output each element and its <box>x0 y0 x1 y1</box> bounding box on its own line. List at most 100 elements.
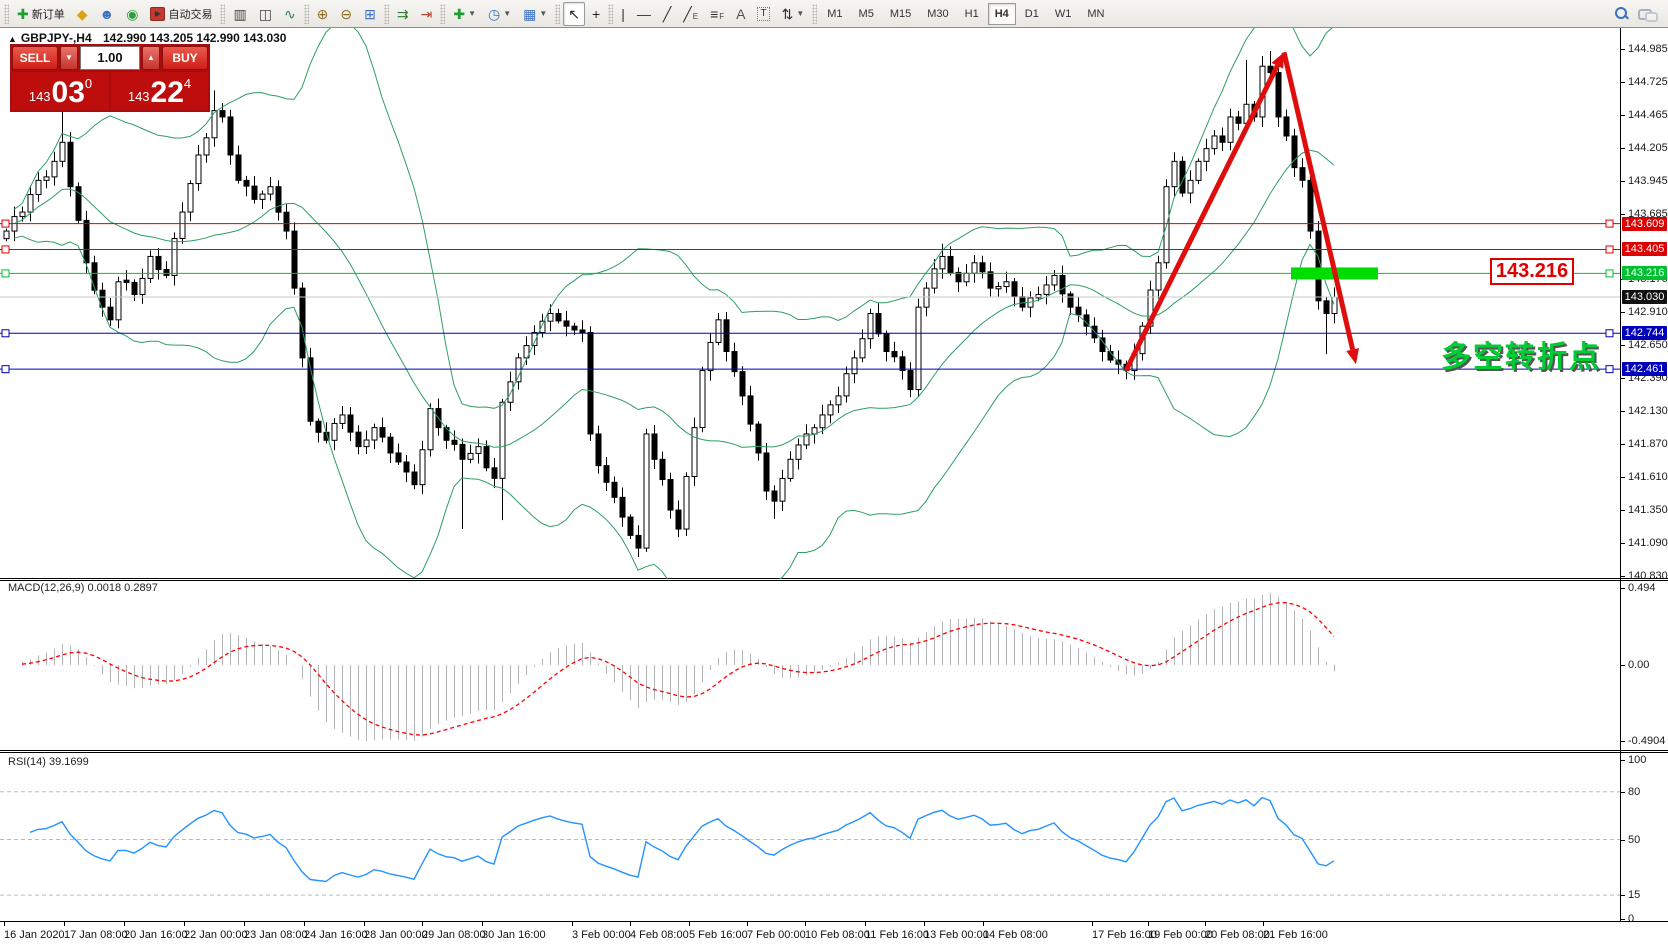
timeframe-m15[interactable]: M15 <box>883 3 918 25</box>
search-icon[interactable] <box>1614 6 1630 22</box>
price-callout-label[interactable]: 143.216 <box>1490 258 1574 285</box>
chart-type-group: ▥◫∿ <box>227 1 301 27</box>
gold-button[interactable]: ◆ <box>72 2 93 26</box>
template-icon: ▦ <box>523 7 536 21</box>
sell-button[interactable]: SELL <box>12 46 58 70</box>
chevron-down-icon[interactable]: ▼ <box>468 9 476 18</box>
volume-down-button[interactable]: ▼ <box>60 46 78 70</box>
time-tick-label: 16 Jan 2020 <box>4 929 65 941</box>
cursor-button[interactable]: ↖ <box>563 2 585 26</box>
signal-button[interactable]: ◉ <box>121 2 143 26</box>
autotrade-button[interactable]: ▶自动交易 <box>145 2 217 26</box>
timeframe-m1[interactable]: M1 <box>820 3 849 25</box>
price-tick-label: 140.830 <box>1628 570 1668 582</box>
price-tick-label: 141.870 <box>1628 438 1668 450</box>
bar-chart-button[interactable]: ▥ <box>228 2 251 26</box>
time-axis[interactable]: 16 Jan 202017 Jan 08:0020 Jan 16:0022 Ja… <box>0 922 1668 946</box>
community-button[interactable]: ☻ <box>95 2 120 26</box>
trendline-button[interactable]: ╱ <box>658 2 676 26</box>
channel-icon: ╱ <box>683 7 691 21</box>
line-chart-button[interactable]: ∿ <box>279 2 301 26</box>
mt4-window: { "toolbar": { "groups": [ {"name":"file… <box>0 0 1668 946</box>
indicator-tick-label: 15 <box>1628 889 1640 901</box>
price-tick-label: 144.465 <box>1628 109 1668 121</box>
chart-canvas[interactable] <box>0 28 1620 922</box>
price-badge-143.405: 143.405 <box>1622 242 1667 256</box>
volume-up-button[interactable]: ▲ <box>142 46 160 70</box>
time-tick-label: 19 Feb 00:00 <box>1148 929 1213 941</box>
candlestick-series <box>4 51 1337 557</box>
autotrade-button-label: 自动交易 <box>168 6 212 22</box>
new-order-button[interactable]: ✚新订单 <box>12 2 70 26</box>
horizontal-lines[interactable] <box>0 220 1620 373</box>
timeframe-w1[interactable]: W1 <box>1048 3 1079 25</box>
price-badge-142.744: 142.744 <box>1622 326 1667 340</box>
chevron-down-icon[interactable]: ▼ <box>503 9 511 18</box>
chevron-down-icon[interactable]: ▼ <box>539 9 547 18</box>
time-tick-label: 24 Jan 16:00 <box>304 929 368 941</box>
price-tick-label: 141.610 <box>1628 471 1668 483</box>
price-tick-label: 142.910 <box>1628 306 1668 318</box>
timeframe-m30[interactable]: M30 <box>920 3 955 25</box>
price-badge-143.609: 143.609 <box>1622 217 1667 231</box>
zoom-out-button[interactable]: ⊖ <box>335 2 357 26</box>
horizontal-line-button[interactable]: — <box>632 2 656 26</box>
time-tick-label: 23 Jan 08:00 <box>244 929 308 941</box>
buy-price-tile[interactable]: 143224 <box>111 72 208 110</box>
arrows-icon: ⇅ <box>782 7 794 21</box>
timeframe-h1[interactable]: H1 <box>958 3 986 25</box>
volume-input[interactable]: 1.00 <box>80 46 140 70</box>
auto-scroll-button[interactable]: ⇉ <box>392 2 414 26</box>
sell-price-tile[interactable]: 143030 <box>12 72 109 110</box>
chart-shift-icon: ⇥ <box>421 7 433 21</box>
tile-windows-button[interactable]: ⊞ <box>359 2 381 26</box>
chart-title: ▲GBPJPY-,H4 142.990 143.205 142.990 143.… <box>8 31 286 45</box>
clock-icon: ◷ <box>488 7 500 21</box>
price-axis[interactable]: 144.985144.725144.465144.205143.945143.6… <box>1621 28 1668 922</box>
time-tick-label: 4 Feb 08:00 <box>630 929 689 941</box>
timeframe-m5[interactable]: M5 <box>852 3 881 25</box>
macd-histogram <box>22 593 1335 742</box>
turning-point-annotation[interactable]: 多空转折点 <box>1441 332 1601 376</box>
indicator-tick-label: 0.00 <box>1628 659 1649 671</box>
text-label-button[interactable]: T <box>752 2 774 26</box>
price-badge-142.461: 142.461 <box>1622 362 1667 376</box>
price-tick-label: 142.130 <box>1628 405 1668 417</box>
macd-indicator-label: MACD(12,26,9) 0.0018 0.2897 <box>8 582 158 594</box>
time-tick-label: 29 Jan 08:00 <box>422 929 486 941</box>
chart-shift-button[interactable]: ⇥ <box>416 2 438 26</box>
price-tick-label: 141.090 <box>1628 537 1668 549</box>
signal-icon: ◉ <box>126 7 138 21</box>
zoom-in-button[interactable]: ⊕ <box>312 2 334 26</box>
chat-icon[interactable] <box>1638 7 1656 21</box>
timeframe-h4[interactable]: H4 <box>988 3 1016 25</box>
text-icon: A <box>736 7 745 21</box>
chevron-down-icon[interactable]: ▼ <box>796 9 804 18</box>
time-tick-label: 28 Jan 00:00 <box>364 929 428 941</box>
indicator-tick-label: 100 <box>1628 754 1646 766</box>
templates-button[interactable]: ▦▼ <box>518 2 552 26</box>
fibonacci-button[interactable]: ≡F <box>705 2 729 26</box>
periods-button[interactable]: ◷▼ <box>483 2 516 26</box>
timeframe-d1[interactable]: D1 <box>1018 3 1046 25</box>
vertical-line-button[interactable]: | <box>616 2 630 26</box>
cursor-group: ↖+ <box>562 1 606 27</box>
time-tick-label: 30 Jan 16:00 <box>482 929 546 941</box>
text-button[interactable]: A <box>731 2 750 26</box>
buy-button[interactable]: BUY <box>162 46 208 70</box>
arrows-button[interactable]: ⇅▼ <box>777 2 810 26</box>
crosshair-icon: + <box>592 7 600 21</box>
indicator-tick-label: -0.4904 <box>1628 735 1665 747</box>
channel-button[interactable]: ╱E <box>678 2 703 26</box>
insert-group: ✚▼◷▼▦▼ <box>447 1 553 27</box>
timeframe-mn[interactable]: MN <box>1080 3 1111 25</box>
collapse-arrow-icon[interactable]: ▲ <box>8 34 17 44</box>
autotrade-icon: ▶ <box>150 7 165 21</box>
text-label-icon: T <box>757 7 769 21</box>
time-tick-label: 3 Feb 00:00 <box>572 929 631 941</box>
crosshair-button[interactable]: + <box>587 2 605 26</box>
candle-chart-button[interactable]: ◫ <box>254 2 277 26</box>
new-order-button-label: 新订单 <box>32 6 65 22</box>
trend-arrows[interactable] <box>1126 52 1359 370</box>
indicators-button[interactable]: ✚▼ <box>448 2 481 26</box>
